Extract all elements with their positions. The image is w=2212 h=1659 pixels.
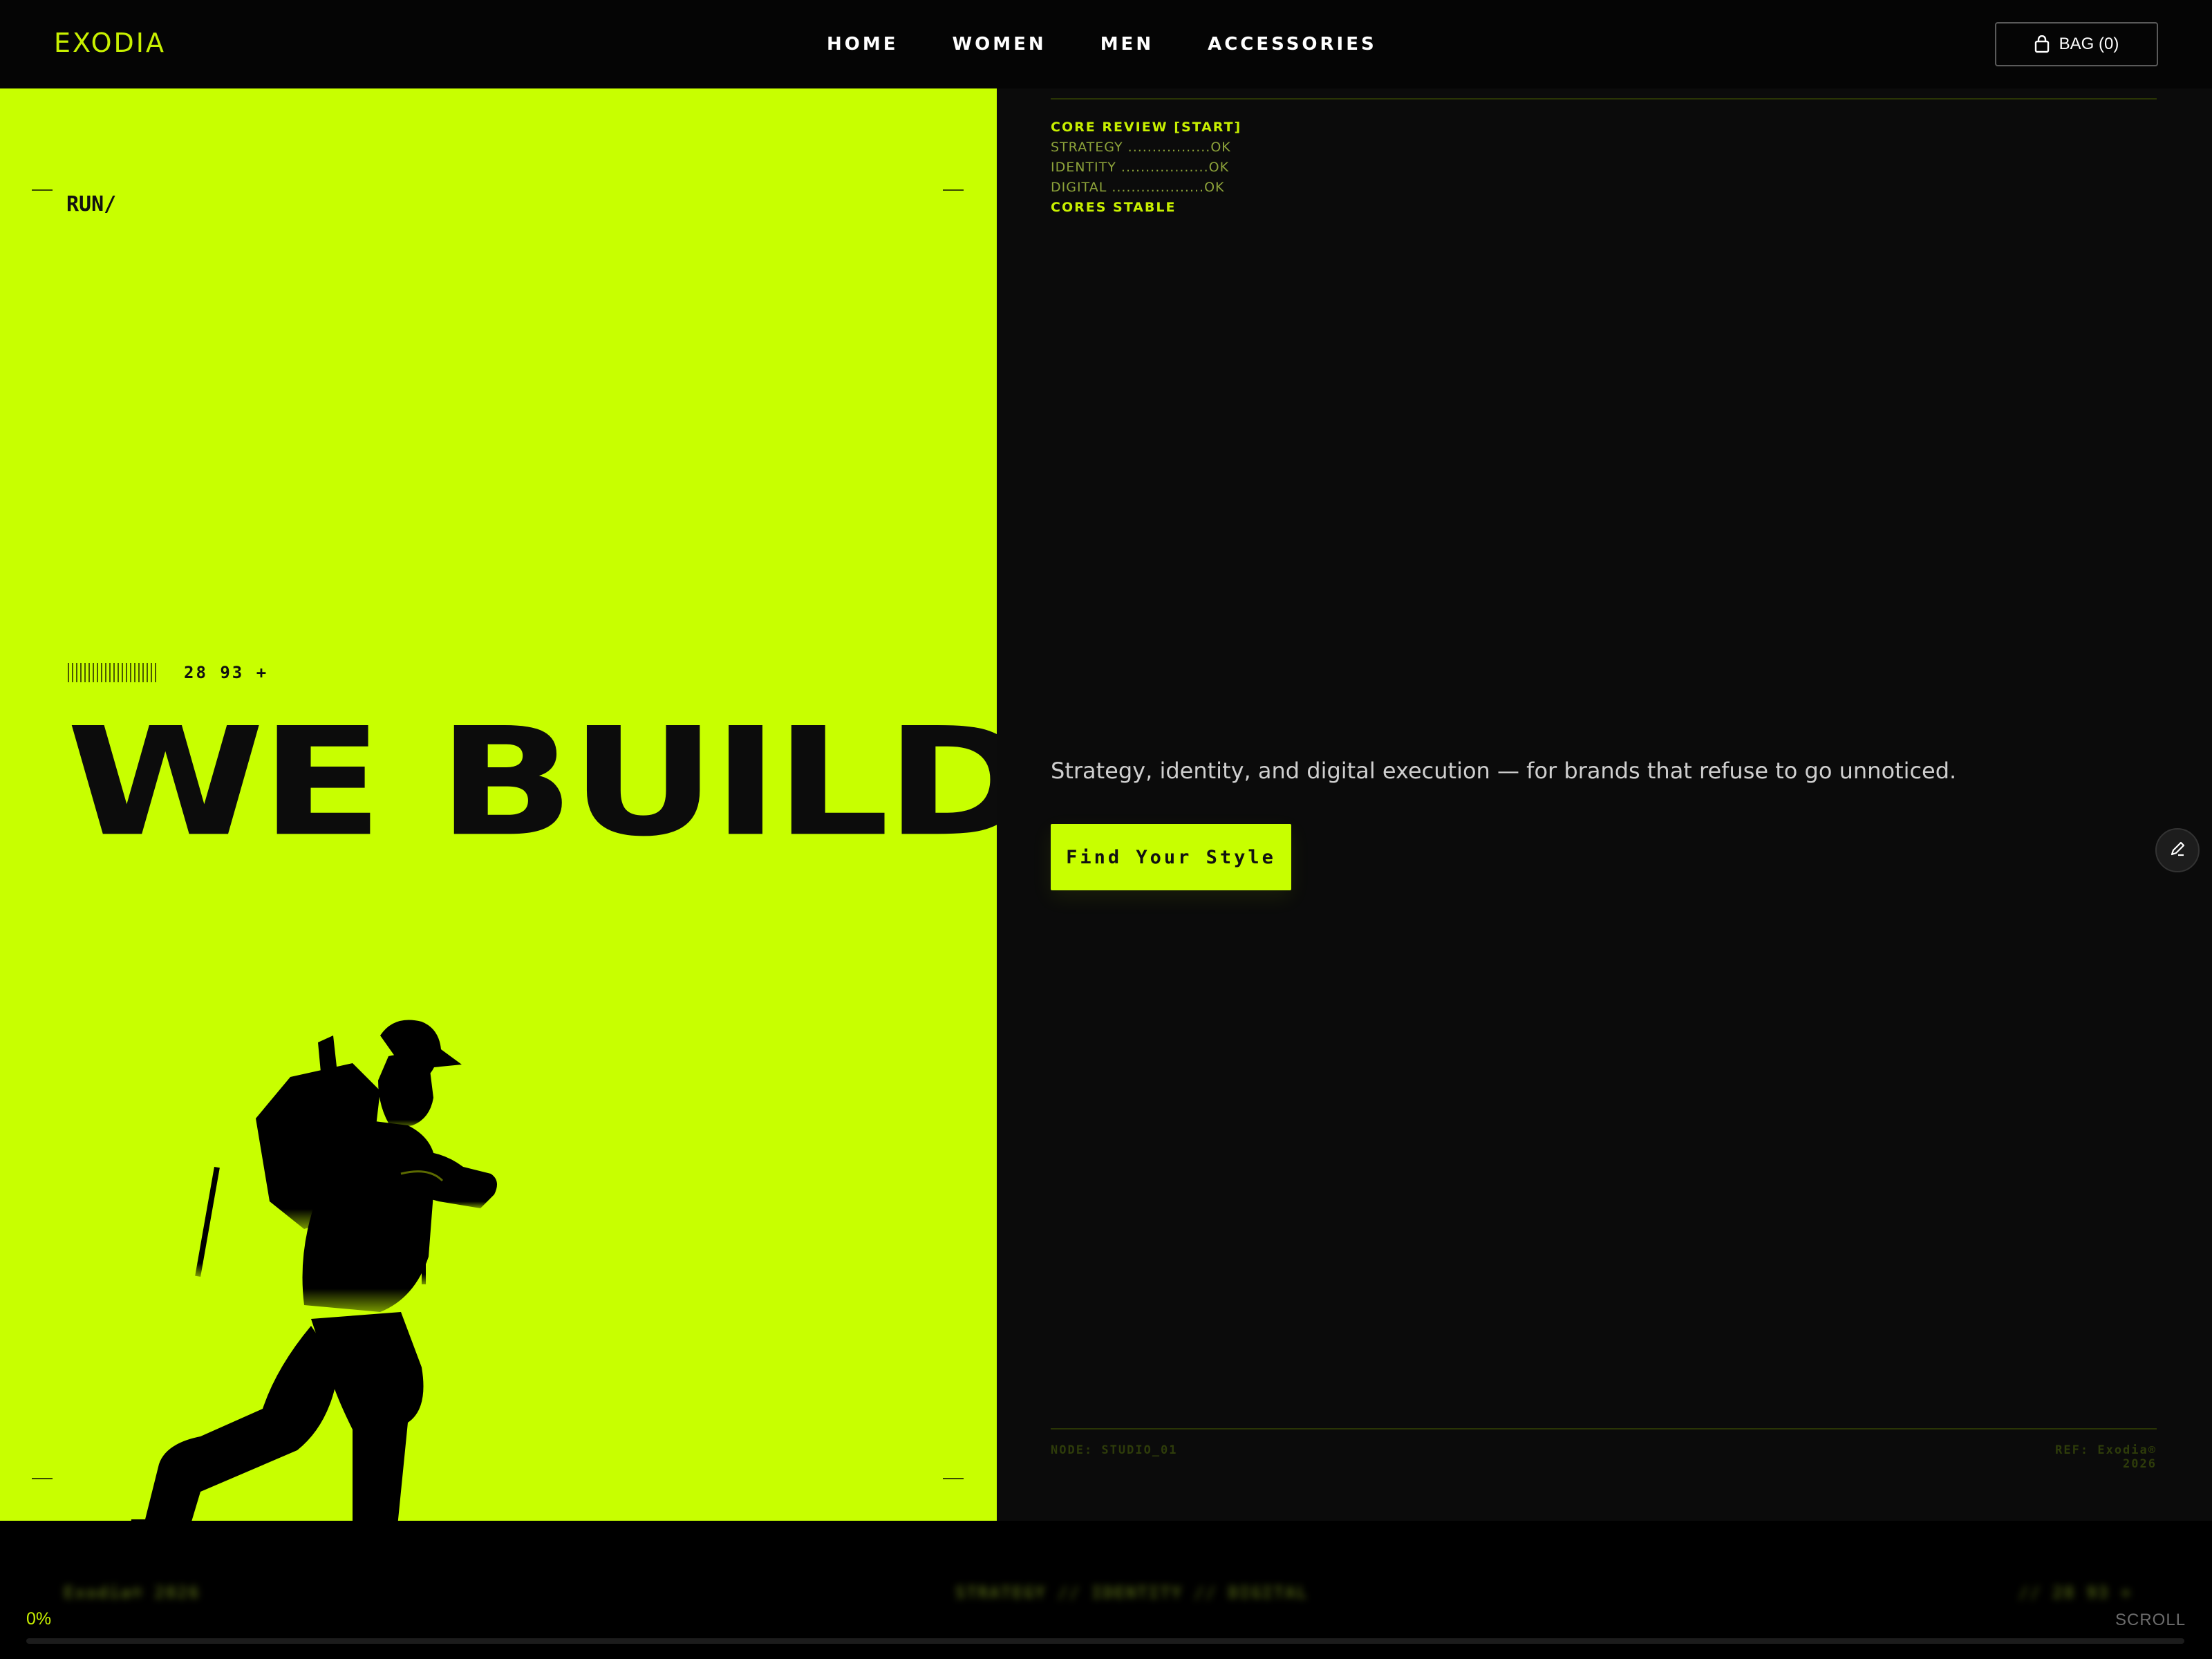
ref-label: REF: Exodia® 2026 — [2055, 1443, 2157, 1471]
corner-marker — [943, 189, 964, 191]
barcode-icon — [68, 663, 159, 682]
bag-label: BAG (0) — [2059, 35, 2119, 53]
scroll-label: SCROLL — [2115, 1611, 2186, 1629]
nav-men-link[interactable]: MEN — [1100, 30, 1154, 58]
core-review-title: CORE REVIEW [START] — [1051, 120, 1242, 135]
corner-marker — [32, 189, 53, 191]
pencil-icon — [2168, 840, 2186, 861]
find-your-style-button[interactable]: Find Your Style — [1051, 824, 1291, 890]
log-item-strategy: STRATEGY .................OK — [1051, 140, 1231, 155]
brand-logo[interactable]: EXODIA — [54, 28, 166, 58]
counter-text: 28 93 + — [184, 663, 269, 682]
counter-row: 28 93 + — [68, 662, 268, 683]
hero-tagline: Strategy, identity, and digital executio… — [1051, 758, 1957, 784]
run-label: RUN/ — [66, 192, 117, 216]
log-item-digital: DIGITAL ...................OK — [1051, 180, 1225, 195]
top-divider — [1051, 98, 2157, 100]
core-review-log: CORE REVIEW [START] STRATEGY ...........… — [1051, 118, 1241, 218]
hero-left-panel: RUN/ 28 93 + WE BUILD — [0, 88, 997, 1521]
page: EXODIA HOME WOMEN MEN ACCESSORIES BAG (0… — [0, 0, 2212, 1659]
blurred-footer-text-center: STRATEGY // IDENTITY // DIGITAL — [955, 1583, 1308, 1602]
log-item-identity: IDENTITY ..................OK — [1051, 160, 1230, 175]
corner-marker — [943, 1478, 964, 1479]
progress-percent: 0% — [26, 1609, 52, 1629]
nav-women-link[interactable]: WOMEN — [953, 30, 1047, 58]
core-status: CORES STABLE — [1051, 200, 1177, 215]
hero-headline: WE BUILD — [66, 696, 997, 870]
bag-button[interactable]: BAG (0) — [1995, 22, 2158, 66]
scroll-progress-bar[interactable] — [26, 1638, 2184, 1644]
hero-right-panel: CORE REVIEW [START] STRATEGY ...........… — [997, 88, 2212, 1521]
blurred-footer-text-right: // 28 93 + — [2018, 1583, 2133, 1602]
top-navigation-bar: EXODIA HOME WOMEN MEN ACCESSORIES BAG (0… — [0, 0, 2212, 88]
corner-marker — [32, 1478, 53, 1479]
bottom-strip: Exodia® 2026 STRATEGY // IDENTITY // DIG… — [0, 1521, 2212, 1659]
blurred-footer-text-left: Exodia® 2026 — [64, 1583, 200, 1602]
edit-button[interactable] — [2155, 828, 2200, 872]
main-nav: HOME WOMEN MEN ACCESSORIES — [827, 30, 1377, 58]
bottom-divider — [1051, 1428, 2157, 1430]
nav-accessories-link[interactable]: ACCESSORIES — [1208, 30, 1377, 58]
node-label: NODE: STUDIO_01 — [1051, 1443, 1178, 1457]
runner-silhouette-image — [131, 1020, 497, 1521]
nav-home-link[interactable]: HOME — [827, 30, 899, 58]
shopping-bag-icon — [2034, 35, 2050, 53]
